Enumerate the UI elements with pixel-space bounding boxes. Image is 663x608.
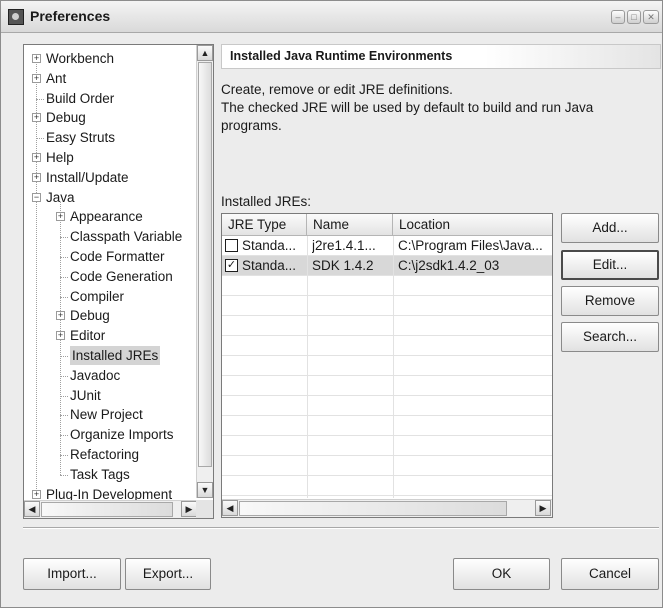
add-button[interactable]: Add... — [561, 213, 659, 243]
tree-item-label: Debug — [46, 110, 86, 126]
scrollbar-thumb[interactable] — [239, 501, 507, 516]
tree-item-label: Refactoring — [70, 447, 140, 462]
title-bar[interactable]: Preferences – □ ✕ — [1, 1, 662, 33]
table-row-empty — [222, 456, 552, 476]
cancel-button[interactable]: Cancel — [561, 558, 659, 590]
tree-item-label: Editor — [70, 328, 106, 344]
table-row-empty — [222, 436, 552, 456]
tree-item-label: JUnit — [70, 387, 101, 403]
tree-item-label: Ant — [46, 70, 67, 86]
arrow-up-icon[interactable]: ▲ — [197, 45, 213, 61]
tree-item-label: Compiler — [70, 288, 125, 304]
window-title: Preferences — [30, 8, 111, 24]
preferences-tree[interactable]: + Workbench + Ant Build Order + Debug Easy Stru… — [23, 44, 214, 519]
arrow-right-icon[interactable]: ▶ — [535, 500, 551, 516]
installed-jres-label: Installed JREs: — [221, 194, 312, 209]
page-title: Installed Java Runtime Environments — [230, 49, 453, 63]
page-description: Create, remove or edit JRE definitions. … — [221, 81, 651, 135]
description-line: programs. — [221, 118, 282, 133]
expand-icon[interactable]: + — [32, 54, 41, 63]
cell-location: C:\Program Files\Java... — [398, 238, 543, 253]
separator — [23, 527, 659, 529]
table-row-empty — [222, 416, 552, 436]
tree-horizontal-scrollbar[interactable]: ◀ ▶ — [24, 500, 197, 518]
table-row-empty — [222, 476, 552, 496]
preferences-dialog: Preferences – □ ✕ + Workbench + Ant Build Or… — [0, 0, 663, 608]
column-header-name[interactable]: Name — [307, 214, 393, 236]
arrow-right-icon[interactable]: ▶ — [181, 501, 197, 517]
close-icon[interactable]: ✕ — [643, 10, 659, 24]
search-button[interactable]: Search... — [561, 322, 659, 352]
description-line: Create, remove or edit JRE definitions. — [221, 82, 453, 97]
expand-icon[interactable]: + — [32, 73, 41, 83]
checkbox-icon[interactable]: ✓ — [225, 259, 238, 272]
table-row-empty — [222, 316, 552, 336]
table-horizontal-scrollbar[interactable]: ◀ ▶ — [222, 499, 552, 517]
remove-button[interactable]: Remove — [561, 286, 659, 316]
table-row-empty — [222, 336, 552, 356]
tree-item-label: Installed JREs — [70, 346, 161, 365]
tree-item-label: Code Generation — [70, 268, 173, 284]
maximize-icon[interactable]: □ — [627, 10, 641, 24]
expand-icon[interactable]: + — [32, 113, 41, 123]
expand-icon[interactable]: + — [32, 489, 41, 499]
table-row-empty — [222, 276, 552, 296]
tree-item-label: Task Tags — [70, 466, 130, 482]
tree-item-label: Workbench — [46, 51, 115, 66]
tree-item-label: Organize Imports — [70, 427, 174, 443]
tree-item-label: Javadoc — [70, 367, 121, 383]
minimize-icon[interactable]: – — [611, 10, 625, 24]
tree-item-label: Easy Struts — [46, 130, 116, 146]
scrollbar-thumb[interactable] — [41, 502, 173, 517]
scrollbar-thumb[interactable] — [198, 62, 212, 467]
arrow-left-icon[interactable]: ◀ — [24, 501, 40, 517]
collapse-icon[interactable]: − — [32, 192, 41, 202]
expand-icon[interactable]: + — [32, 153, 41, 162]
tree-item-label: New Project — [70, 407, 143, 423]
expand-icon[interactable]: + — [56, 311, 65, 321]
cell-jre-type: Standa... — [242, 258, 297, 273]
tree-item-label: Code Formatter — [70, 249, 165, 264]
tree-item-label: Help — [46, 150, 74, 165]
jre-table[interactable]: JRE Type Name Location Standa... j2re1.4.… — [221, 213, 553, 518]
expand-icon[interactable]: + — [56, 331, 65, 341]
cell-name: j2re1.4.1... — [312, 238, 376, 253]
expand-icon[interactable]: + — [56, 212, 65, 222]
expand-icon[interactable]: + — [32, 172, 41, 182]
tree-item-label: Install/Update — [46, 169, 129, 185]
description-line: The checked JRE will be used by default … — [221, 100, 594, 115]
cell-name: SDK 1.4.2 — [312, 258, 374, 273]
table-row[interactable]: ✓ Standa... SDK 1.4.2 C:\j2sdk1.4.2_03 — [222, 256, 552, 276]
tree-item-label: Classpath Variable — [70, 229, 183, 245]
table-row-empty — [222, 296, 552, 316]
table-row-empty — [222, 396, 552, 416]
app-icon — [8, 9, 24, 25]
tree-item-label: Debug — [70, 308, 110, 324]
edit-button[interactable]: Edit... — [561, 250, 659, 280]
column-header-location[interactable]: Location — [393, 214, 552, 236]
tree-vertical-scrollbar[interactable]: ▲ ▼ — [196, 45, 213, 498]
tree-item-label: Appearance — [70, 209, 143, 225]
table-row-empty — [222, 356, 552, 376]
table-row-empty — [222, 376, 552, 396]
cell-location: C:\j2sdk1.4.2_03 — [398, 258, 500, 273]
table-row[interactable]: Standa... j2re1.4.1... C:\Program Files\Ja… — [222, 236, 552, 256]
ok-button[interactable]: OK — [453, 558, 550, 590]
column-header-jre-type[interactable]: JRE Type — [222, 214, 307, 236]
page-header: Installed Java Runtime Environments — [221, 44, 661, 69]
arrow-down-icon[interactable]: ▼ — [197, 482, 213, 498]
tree-item-label: Build Order — [46, 90, 115, 106]
checkbox-icon[interactable] — [225, 239, 238, 252]
arrow-left-icon[interactable]: ◀ — [222, 500, 238, 516]
export-button[interactable]: Export... — [125, 558, 211, 590]
tree-item-label: Java — [46, 189, 75, 205]
import-button[interactable]: Import... — [23, 558, 121, 590]
cell-jre-type: Standa... — [242, 238, 297, 253]
